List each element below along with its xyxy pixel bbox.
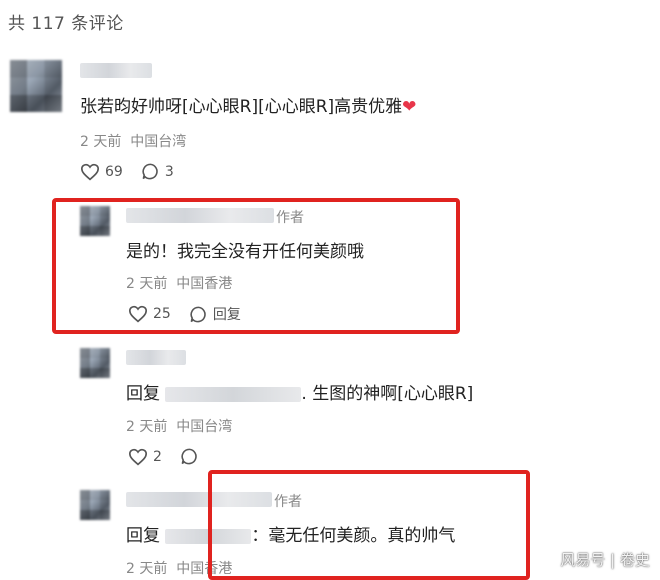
comment-count-title: 共 117 条评论 bbox=[8, 14, 124, 34]
comment-location: 中国台湾 bbox=[130, 134, 187, 150]
comment-text-body: 张若昀好帅呀[心心眼R][心心眼R]高贵优雅 bbox=[80, 97, 403, 117]
reply-time: 2 天前 bbox=[126, 419, 168, 435]
username-blurred[interactable] bbox=[126, 350, 186, 365]
comment-bubble-icon bbox=[181, 448, 197, 465]
watermark: 风易号 | 卷史 bbox=[560, 551, 650, 569]
reply-actions: 2 bbox=[128, 447, 222, 466]
reply-text-body: . 生图的神啊[心心眼R] bbox=[301, 384, 474, 404]
reply-meta: 2 天前 中国台湾 bbox=[126, 416, 232, 436]
reply-prefix: 回复 bbox=[126, 526, 160, 546]
reply-prefix: 回复 bbox=[126, 384, 160, 404]
comment-text: 张若昀好帅呀[心心眼R][心心眼R]高贵优雅❤ bbox=[80, 92, 416, 117]
mention-blurred[interactable] bbox=[165, 386, 302, 402]
highlight-box-author-reply-2 bbox=[208, 470, 530, 580]
avatar[interactable] bbox=[80, 490, 110, 520]
like-count: 69 bbox=[105, 163, 123, 180]
avatar[interactable] bbox=[10, 60, 62, 112]
reply-text: 回复 . 生图的神啊[心心眼R] bbox=[126, 379, 473, 404]
like-button[interactable]: 69 bbox=[80, 163, 123, 181]
like-count: 2 bbox=[153, 448, 162, 465]
avatar[interactable] bbox=[80, 348, 110, 378]
like-button[interactable]: 2 bbox=[128, 448, 162, 466]
comment-meta: 2 天前 中国台湾 bbox=[80, 131, 186, 151]
reply-button[interactable]: 3 bbox=[141, 162, 174, 181]
comment-actions: 69 3 bbox=[80, 162, 192, 181]
comment-time: 2 天前 bbox=[80, 134, 122, 150]
heart-outline-icon bbox=[80, 163, 100, 180]
reply-time: 2 天前 bbox=[126, 561, 168, 577]
heart-emoji-icon: ❤ bbox=[402, 97, 417, 117]
highlight-box-author-reply bbox=[52, 198, 460, 334]
reply-count: 3 bbox=[164, 163, 174, 180]
reply-button[interactable] bbox=[180, 447, 204, 466]
heart-outline-icon bbox=[128, 448, 148, 465]
reply-location: 中国台湾 bbox=[176, 419, 233, 435]
username-blurred[interactable] bbox=[80, 63, 152, 78]
comment-bubble-icon bbox=[142, 163, 158, 180]
